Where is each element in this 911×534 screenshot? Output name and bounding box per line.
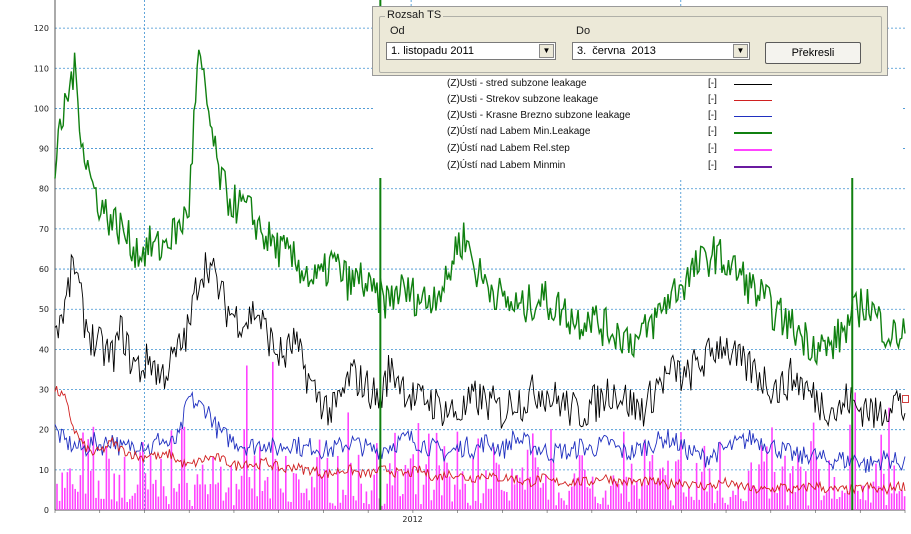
legend-unit: [-] [708,160,717,171]
y-tick-label: 30 [39,386,49,395]
legend-swatch [734,132,772,134]
y-tick-label: 10 [39,466,49,475]
time-range-panel: Od Do 1. listopadu 2011 ▼ 3. června 2013… [372,6,888,76]
scroll-marker[interactable] [902,395,909,403]
y-tick-label: 110 [34,64,49,73]
y-tick-label: 50 [39,305,49,314]
legend-swatch [734,116,772,117]
series-line [54,252,906,429]
y-tick-label: 70 [39,225,49,234]
pink-spikes [56,361,906,510]
legend-unit: [-] [708,78,717,89]
legend-item[interactable]: (Z)Ústí nad Labem Rel.step [-] [374,142,903,158]
time-range-title: Rozsah TS [385,9,444,21]
y-tick-label: 90 [39,145,49,154]
legend-label: (Z)Ústí nad Labem Min.Leakage [447,126,591,137]
y-tick-label: 40 [39,345,49,354]
to-label: Do [576,25,591,37]
legend-unit: [-] [708,143,717,154]
to-date-select[interactable]: 3. června 2013 ▼ [572,42,750,60]
legend-swatch [734,166,772,168]
redraw-button[interactable]: Překresli [765,42,861,64]
y-tick-label: 0 [44,506,49,515]
legend-label: (Z)Ústí nad Labem Rel.step [447,143,570,154]
y-tick-label: 60 [39,265,49,274]
y-tick-label: 80 [39,185,49,194]
from-date-value: 1. listopadu 2011 [391,45,474,57]
legend-item[interactable]: (Z)Usti - Krasne Brezno subzone leakage … [374,109,903,125]
legend-swatch [734,84,772,85]
chevron-down-icon[interactable]: ▼ [539,44,554,58]
legend-item[interactable]: (Z)Ústí nad Labem Min.Leakage [-] [374,125,903,141]
from-label: Od [390,25,405,37]
legend-swatch [734,100,772,101]
legend-label: (Z)Usti - Krasne Brezno subzone leakage [447,110,631,121]
legend-label: (Z)Usti - stred subzone leakage [447,78,587,89]
legend-unit: [-] [708,126,717,137]
legend-swatch [734,149,772,151]
x-tick-label: 2012 [402,515,422,524]
legend-item[interactable]: (Z)Usti - stred subzone leakage [-] [374,77,903,93]
y-tick-label: 100 [34,104,49,113]
chevron-down-icon[interactable]: ▼ [733,44,748,58]
from-date-select[interactable]: 1. listopadu 2011 ▼ [386,42,556,60]
legend-item[interactable]: (Z)Usti - Strekov subzone leakage [-] [374,93,903,109]
legend-unit: [-] [708,110,717,121]
legend-label: (Z)Usti - Strekov subzone leakage [447,94,599,105]
y-tick-label: 120 [34,24,49,33]
y-tick-label: 20 [39,426,49,435]
legend-label: (Z)Ústí nad Labem Minmin [447,160,566,171]
to-date-value: 3. června 2013 [577,45,656,57]
legend: (Z)Usti - stred subzone leakage [-] (Z)U… [374,76,903,178]
legend-unit: [-] [708,94,717,105]
legend-item[interactable]: (Z)Ústí nad Labem Minmin [-] [374,159,903,175]
